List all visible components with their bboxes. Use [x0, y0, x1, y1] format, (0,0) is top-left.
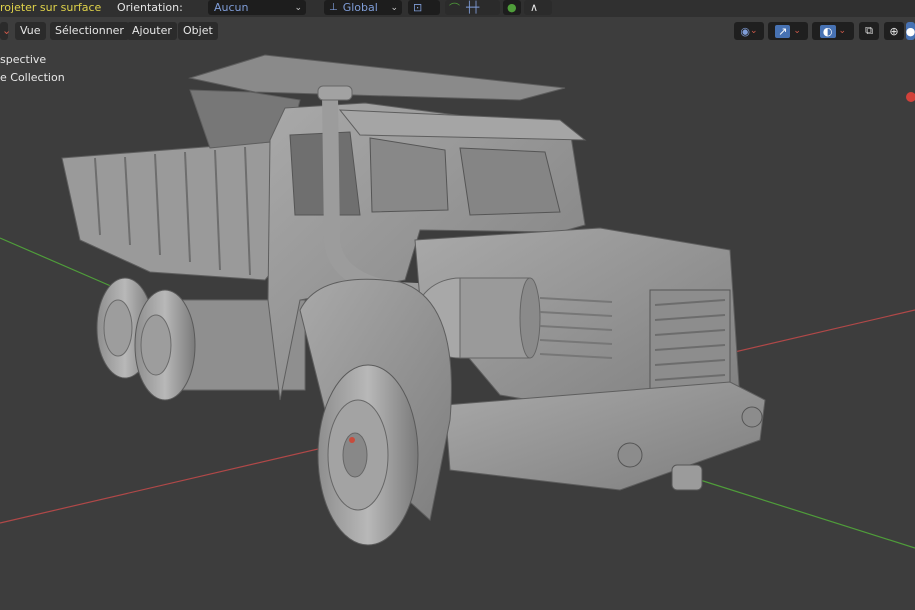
chevron-down-icon: ⌄ [838, 26, 847, 36]
project-surface-option[interactable]: rojeter sur surface [0, 0, 101, 17]
overlay-button[interactable]: ◐ ⌄ [812, 22, 854, 40]
transform-value: Global [342, 1, 378, 14]
chevron-down-icon: ⌄ [390, 2, 398, 13]
transform-global-icon: ⊥ [329, 2, 338, 13]
menu-objet[interactable]: Objet [178, 22, 218, 40]
visibility-icon: ◉ [740, 24, 751, 38]
gizmo-icon: ↗ [775, 24, 791, 38]
wireframe-shading-button[interactable]: ⊕ [884, 22, 904, 40]
gizmo-button[interactable]: ↗ ⌄ [768, 22, 808, 40]
orientation-dropdown[interactable]: Aucun ⌄ [208, 0, 306, 15]
visibility-button[interactable]: ◉ ⌄ [734, 22, 764, 40]
front-bumper [444, 381, 766, 491]
snap-button[interactable]: ⌒ ┼┼ [445, 0, 500, 15]
viewport-scene [0, 54, 915, 549]
wireframe-icon: ⊕ [889, 24, 899, 38]
pivot-point-button[interactable]: ⊡ [408, 0, 440, 15]
falloff-icon: ∧ [530, 1, 539, 14]
chevron-down-icon: ⌄ [294, 2, 302, 13]
pivot-icon: ⊡ [413, 1, 423, 14]
solid-shading-button[interactable]: ● [906, 22, 915, 40]
navigation-gizmo[interactable] [906, 90, 915, 104]
snap-increment-icon: ┼┼ [466, 1, 480, 14]
xray-icon: ⧉ [865, 24, 873, 37]
viewport-header: ⌄ Vue Sélectionner Ajouter Objet ◉ ⌄ ↗ ⌄… [0, 20, 915, 42]
orientation-label: Orientation: [117, 1, 183, 14]
collection-name: e Collection [0, 71, 65, 84]
chevron-down-icon: ⌄ [750, 26, 758, 36]
y-axis-line-right [699, 479, 915, 549]
menu-selectionner[interactable]: Sélectionner [50, 22, 129, 40]
tool-settings-bar: rojeter sur surface Orientation: Aucun ⌄… [0, 0, 915, 17]
xray-button[interactable]: ⧉ [859, 22, 879, 40]
menu-ajouter[interactable]: Ajouter [127, 22, 177, 40]
solid-shading-icon: ● [905, 24, 915, 38]
falloff-button[interactable]: ∧ [524, 0, 552, 15]
transform-orientation-dropdown[interactable]: ⊥ Global ⌄ [324, 0, 402, 15]
view-name: spective [0, 53, 47, 66]
menu-vue[interactable]: Vue [15, 22, 46, 40]
snap-icon: ⌒ [449, 1, 460, 15]
chevron-down-icon: ⌄ [793, 26, 801, 36]
editor-type-button[interactable]: ⌄ [0, 22, 11, 40]
proportional-icon: ● [507, 1, 517, 14]
overlay-icon: ◐ [819, 24, 836, 38]
orientation-value: Aucun [214, 1, 249, 14]
proportional-edit-button[interactable]: ● [503, 0, 521, 15]
